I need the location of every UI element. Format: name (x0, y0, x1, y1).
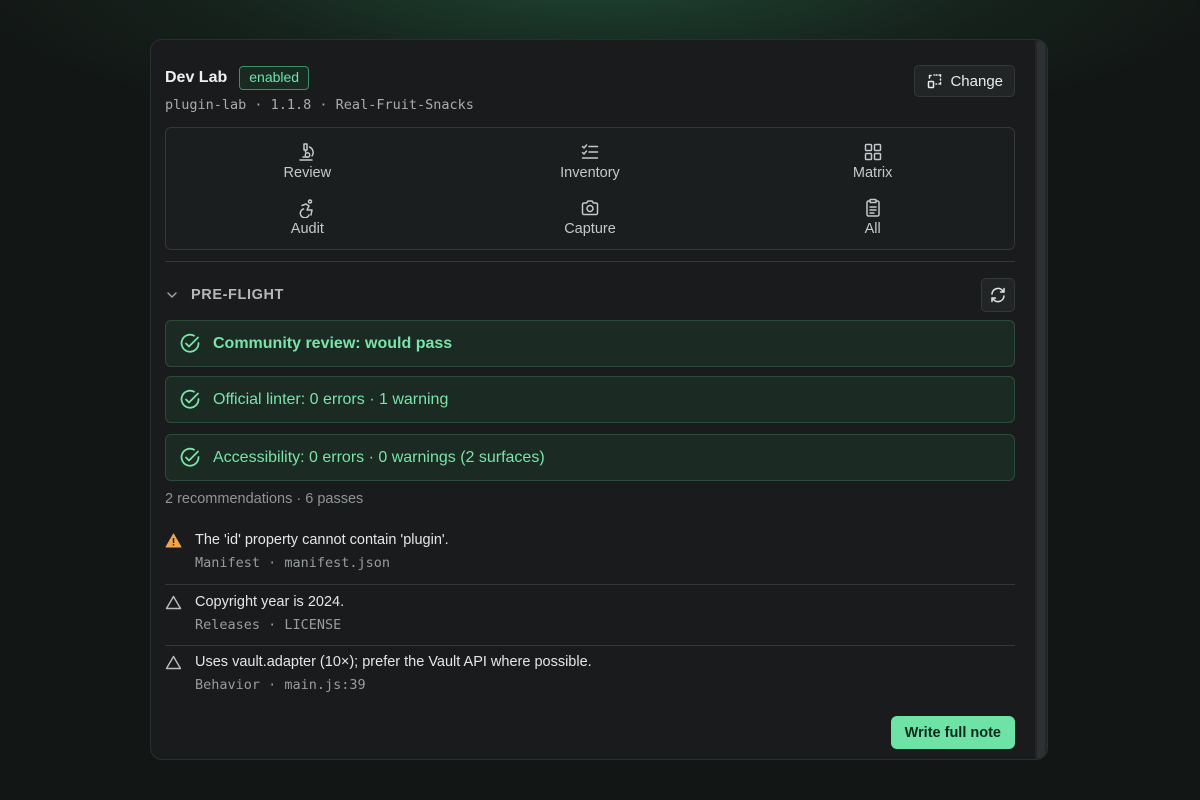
issue-separator (165, 645, 1015, 646)
issue-message: Uses vault.adapter (10×); prefer the Vau… (195, 654, 592, 670)
refresh-button[interactable] (981, 278, 1015, 312)
check-community-review: Community review: would pass (165, 320, 1015, 367)
tool-all[interactable]: All (731, 190, 1014, 246)
tool-label: Matrix (852, 165, 893, 182)
check-label: Official linter: 0 errors · 1 warning (213, 390, 449, 408)
warning-icon (165, 533, 182, 547)
list-checks-icon (581, 144, 599, 159)
accessibility-icon (299, 199, 314, 218)
tool-grid: Review Inventory Matrix Audit Capture Al… (165, 127, 1015, 250)
plugin-subtitle: plugin-lab · 1.1.8 · Real-Fruit-Snacks (165, 97, 474, 113)
microscope-icon (299, 143, 315, 161)
check-official-linter: Official linter: 0 errors · 1 warning (165, 376, 1015, 423)
issue-location: Releases · LICENSE (195, 617, 342, 633)
check-circle-icon (180, 389, 200, 409)
change-button[interactable]: Change (914, 65, 1015, 97)
scrollbar[interactable] (1035, 40, 1047, 759)
tool-audit[interactable]: Audit (166, 190, 449, 246)
preflight-header[interactable]: PRE-FLIGHT (165, 278, 1015, 312)
issue-location: Manifest · manifest.json (195, 555, 391, 571)
check-label: Accessibility: 0 errors · 0 warnings (2 … (213, 448, 545, 466)
scroll-thumb[interactable] (1037, 40, 1045, 759)
clipboard-list-icon (865, 198, 880, 217)
check-accessibility: Accessibility: 0 errors · 0 warnings (2 … (165, 434, 1015, 481)
preflight-title: PRE-FLIGHT (191, 287, 284, 303)
check-circle-icon (180, 333, 200, 353)
tool-inventory[interactable]: Inventory (449, 134, 732, 190)
divider (165, 261, 1015, 262)
plugin-title: Dev Lab (165, 69, 228, 86)
check-label: Community review: would pass (213, 334, 453, 352)
refresh-icon (991, 287, 1005, 303)
tool-label: All (864, 220, 881, 237)
change-label: Change (950, 72, 1003, 90)
grid-icon (864, 144, 881, 161)
tool-label: Review (283, 165, 332, 182)
tool-review[interactable]: Review (166, 134, 449, 190)
preflight-summary: 2 recommendations · 6 passes (165, 491, 364, 507)
dev-lab-panel: Dev Lab enabled plugin-lab · 1.1.8 · Rea… (150, 39, 1048, 760)
tool-label: Capture (564, 220, 616, 237)
alert-triangle-icon (165, 595, 182, 609)
issue-item[interactable]: Uses vault.adapter (10×); prefer the Vau… (165, 654, 1015, 693)
write-full-note-button[interactable]: Write full note (890, 716, 1015, 749)
issue-location: Behavior · main.js:39 (195, 677, 366, 693)
issue-message: Copyright year is 2024. (195, 594, 345, 610)
tool-label: Inventory (560, 165, 620, 182)
issue-separator (165, 584, 1015, 585)
check-circle-icon (180, 447, 200, 467)
swap-icon (928, 74, 942, 89)
tool-label: Audit (290, 220, 324, 237)
alert-triangle-icon (165, 655, 182, 669)
issue-message: The 'id' property cannot contain 'plugin… (195, 532, 449, 548)
issue-item[interactable]: The 'id' property cannot contain 'plugin… (165, 532, 1015, 571)
title-row: Dev Lab enabled (165, 66, 474, 90)
tool-capture[interactable]: Capture (449, 190, 732, 246)
camera-icon (581, 200, 599, 215)
chevron-down-icon[interactable] (165, 288, 179, 302)
tool-matrix[interactable]: Matrix (731, 134, 1014, 190)
panel-header: Dev Lab enabled plugin-lab · 1.1.8 · Rea… (165, 66, 474, 113)
issue-item[interactable]: Copyright year is 2024. Releases · LICEN… (165, 594, 1015, 633)
status-badge: enabled (239, 66, 310, 90)
